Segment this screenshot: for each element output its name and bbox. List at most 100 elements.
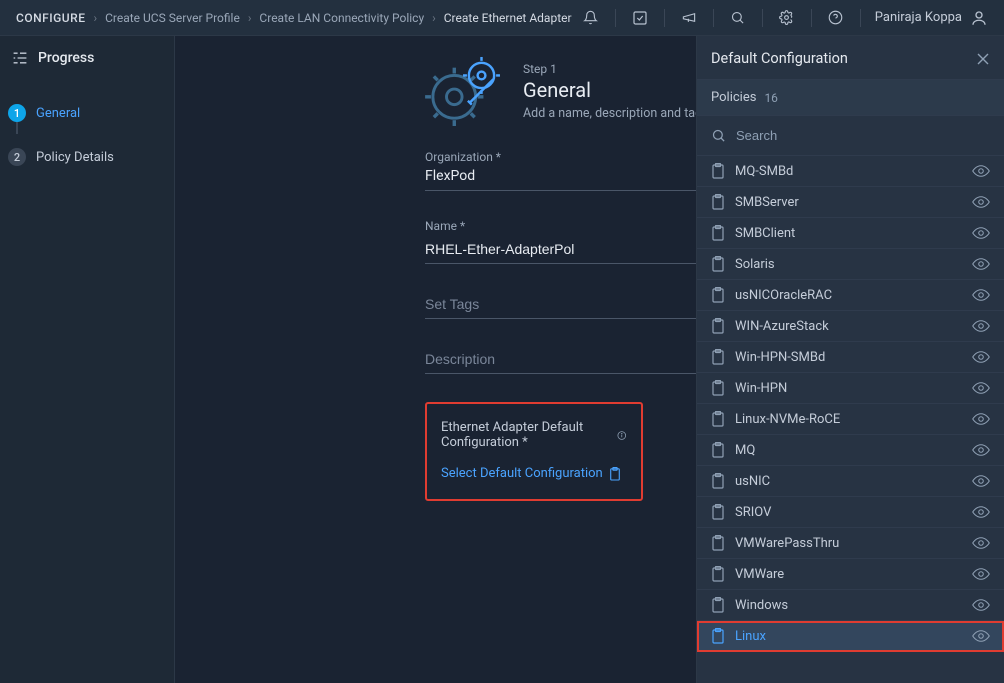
policy-name: VMWare [735,567,784,582]
policy-row[interactable]: Linux [697,621,1004,652]
eye-icon[interactable] [972,412,990,426]
policy-row[interactable]: Linux-NVMe-RoCE [697,404,1004,435]
policy-name: Linux-NVMe-RoCE [735,412,840,427]
check-icon[interactable] [622,0,658,36]
eye-icon[interactable] [972,195,990,209]
progress-icon [12,51,28,65]
policy-name: SRIOV [735,505,771,520]
policy-row[interactable]: WIN-AzureStack [697,311,1004,342]
policy-name: Solaris [735,257,775,272]
help-icon[interactable] [818,0,854,36]
announcement-icon[interactable] [671,0,707,36]
progress-title: Progress [38,50,94,66]
clipboard-icon [711,380,725,396]
step-badge-1: 1 [8,104,26,122]
policy-name: Linux [735,629,766,644]
eye-icon[interactable] [972,443,990,457]
policy-name: MQ-SMBd [735,164,793,179]
user-name: Paniraja Koppa [875,10,962,25]
drawer-title: Default Configuration [711,50,848,67]
policy-row[interactable]: MQ-SMBd [697,156,1004,187]
search-icon[interactable] [720,0,756,36]
gear-icon[interactable] [769,0,805,36]
chevron-right-icon: › [248,11,252,25]
eye-icon[interactable] [972,567,990,581]
clipboard-icon [711,318,725,334]
step-label-policy-details: Policy Details [36,150,114,165]
clipboard-icon [711,163,725,179]
user-icon [970,9,988,27]
policy-list: MQ-SMBd SMBServer SMBClient Solaris usNI… [697,156,1004,683]
eye-icon[interactable] [972,257,990,271]
policy-row[interactable]: Win-HPN [697,373,1004,404]
policy-row[interactable]: usNIC [697,466,1004,497]
clipboard-icon [711,566,725,582]
bell-icon[interactable] [573,0,609,36]
step-badge-2: 2 [8,148,26,166]
user-menu[interactable]: Paniraja Koppa [875,9,988,27]
step-label-general: General [36,106,80,121]
policy-name: usNIC [735,474,770,489]
eye-icon[interactable] [972,381,990,395]
eye-icon[interactable] [972,288,990,302]
adapter-config-box: Ethernet Adapter Default Configuration *… [425,402,643,501]
breadcrumb-configure[interactable]: CONFIGURE [16,11,85,25]
clipboard-icon [711,535,725,551]
clipboard-icon [711,628,725,644]
policy-row[interactable]: Windows [697,590,1004,621]
close-icon[interactable] [976,52,990,66]
policy-name: WIN-AzureStack [735,319,829,334]
step-general[interactable]: 1 General [8,98,174,128]
clipboard-icon [711,597,725,613]
policy-row[interactable]: VMWarePassThru [697,528,1004,559]
policy-name: SMBClient [735,226,795,241]
eye-icon[interactable] [972,629,990,643]
policy-row[interactable]: Win-HPN-SMBd [697,342,1004,373]
policy-row[interactable]: SRIOV [697,497,1004,528]
breadcrumb-eth: Create Ethernet Adapter [444,11,572,25]
eye-icon[interactable] [972,505,990,519]
clipboard-icon [711,256,725,272]
eye-icon[interactable] [972,536,990,550]
eye-icon[interactable] [972,226,990,240]
breadcrumb-ucs[interactable]: Create UCS Server Profile [105,11,240,25]
breadcrumb: CONFIGURE › Create UCS Server Profile › … [16,11,573,25]
adapter-config-label: Ethernet Adapter Default Configuration * [441,420,611,450]
clipboard-icon [711,225,725,241]
policy-row[interactable]: SMBServer [697,187,1004,218]
info-icon[interactable] [617,429,627,442]
select-default-config-link[interactable]: Select Default Configuration [441,466,627,481]
clipboard-icon [711,411,725,427]
policy-row[interactable]: VMWare [697,559,1004,590]
eye-icon[interactable] [972,164,990,178]
drawer-subtab[interactable]: Policies 16 [697,80,1004,116]
chevron-right-icon: › [432,11,436,25]
chevron-right-icon: › [93,11,97,25]
clipboard-icon [711,349,725,365]
policy-name: SMBServer [735,195,799,210]
clipboard-icon [609,467,621,481]
policy-row[interactable]: Solaris [697,249,1004,280]
clipboard-icon [711,504,725,520]
clipboard-icon [711,194,725,210]
eye-icon[interactable] [972,319,990,333]
search-icon [711,128,726,143]
policy-name: MQ [735,443,755,458]
eye-icon[interactable] [972,598,990,612]
eye-icon[interactable] [972,350,990,364]
policy-name: Windows [735,598,788,613]
policy-name: Win-HPN-SMBd [735,350,825,365]
gear-illustration-icon [425,56,503,126]
policy-row[interactable]: usNICOracleRAC [697,280,1004,311]
step-policy-details[interactable]: 2 Policy Details [8,142,174,172]
policy-name: Win-HPN [735,381,787,396]
policy-name: VMWarePassThru [735,536,839,551]
policy-row[interactable]: MQ [697,435,1004,466]
drawer-search-input[interactable] [736,122,990,149]
default-config-drawer: Default Configuration Policies 16 MQ-SMB… [696,36,1004,683]
clipboard-icon [711,442,725,458]
eye-icon[interactable] [972,474,990,488]
clipboard-icon [711,287,725,303]
breadcrumb-lan[interactable]: Create LAN Connectivity Policy [259,11,424,25]
policy-row[interactable]: SMBClient [697,218,1004,249]
